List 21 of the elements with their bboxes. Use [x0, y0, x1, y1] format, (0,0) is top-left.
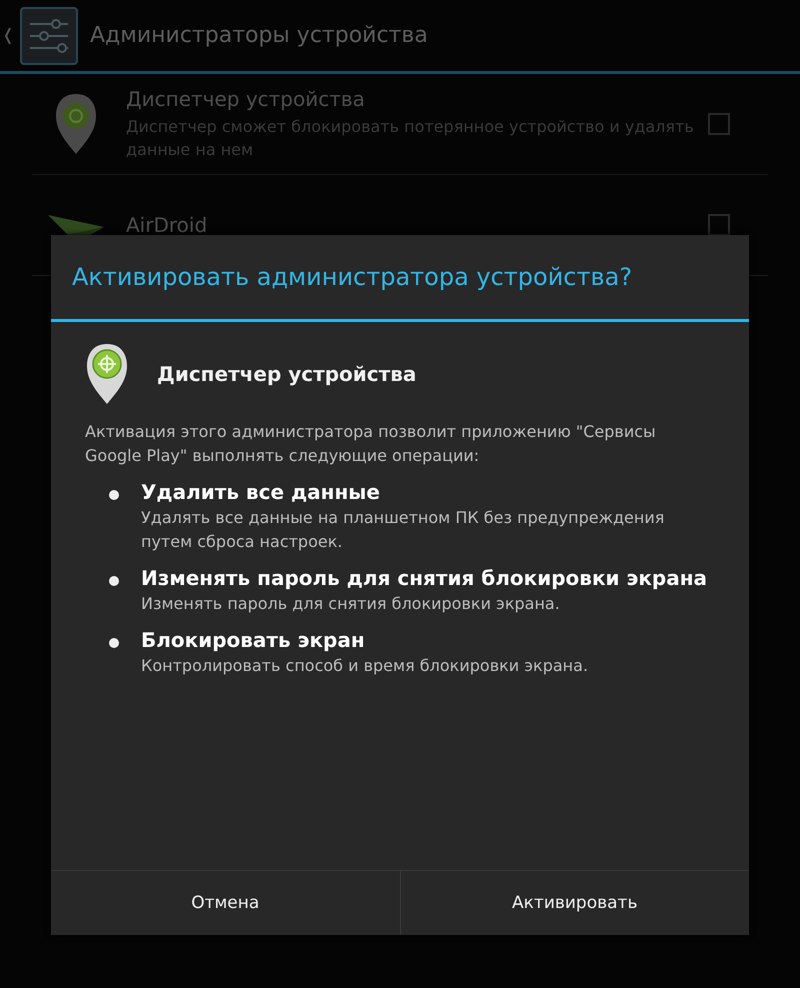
policy-title: Удалить все данные — [141, 479, 381, 506]
dialog-button[interactable]: Активировать — [400, 871, 749, 935]
admin-name: Диспетчер устройства — [126, 87, 366, 111]
app-name: Диспетчер устройства — [157, 362, 416, 386]
screen-title: Администраторы устройства — [90, 23, 428, 48]
bullet-icon — [109, 576, 119, 586]
policy-description: Удалять все данные на планшетном ПК без предупреждения путем сброса настроек. — [141, 507, 666, 553]
checkbox[interactable] — [708, 113, 730, 135]
policy-title: Изменять пароль для снятия блокировки экрана — [141, 565, 708, 592]
bullet-icon — [109, 638, 119, 648]
sliders-icon[interactable] — [20, 6, 78, 64]
policy-description: Контролировать способ и время блокировки экрана. — [141, 655, 588, 677]
intro-text: Активация этого администратора позволит приложению "Сервисы Google Play" выполнять следующие операции: — [85, 421, 657, 467]
chevron-left-icon[interactable] — [4, 26, 12, 46]
location-pin-icon — [85, 342, 129, 406]
dialog-button[interactable]: Отмена — [51, 871, 400, 935]
dialog-title: Активировать администратора устройства? — [51, 235, 749, 322]
policy-title: Блокировать экран — [141, 627, 366, 654]
bullet-icon — [109, 490, 119, 500]
admin-name: AirDroid — [126, 213, 208, 237]
policy-description: Изменять пароль для снятия блокировки экрана. — [141, 593, 561, 615]
